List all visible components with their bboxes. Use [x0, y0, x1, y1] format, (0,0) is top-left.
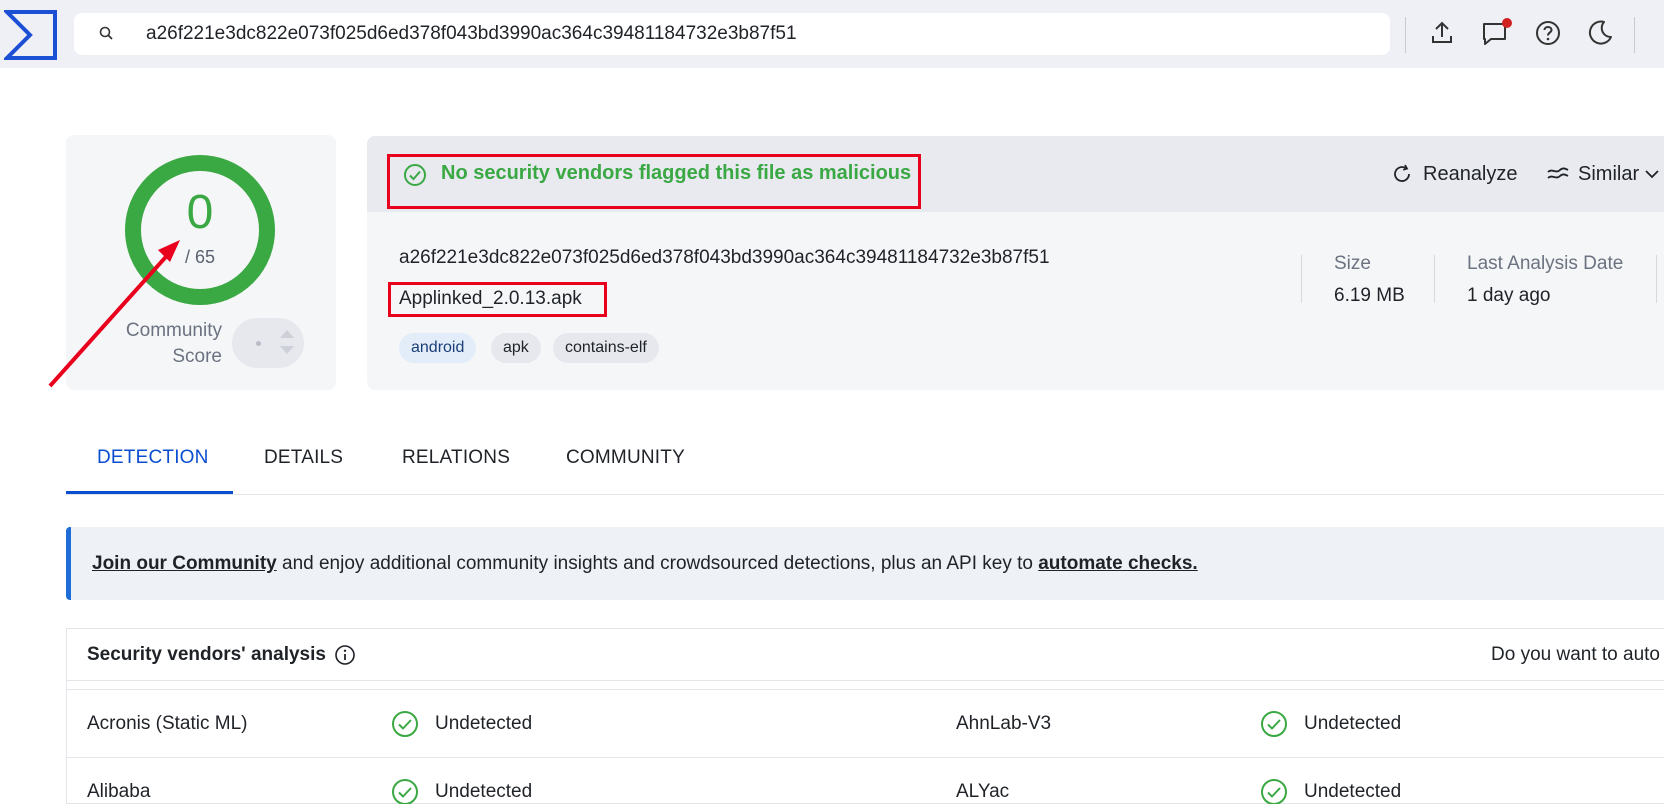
refresh-icon [1394, 164, 1410, 182]
automate-checks-link[interactable]: automate checks. [1038, 553, 1197, 574]
info-icon[interactable] [334, 644, 356, 666]
notification-dot [1502, 18, 1512, 28]
chevron-down-icon [1645, 170, 1659, 179]
size-value: 6.19 MB [1334, 285, 1405, 306]
divider [1434, 255, 1435, 303]
file-hash: a26f221e3dc822e073f025d6ed378f043bd3990a… [399, 247, 1050, 268]
dot-icon [256, 341, 261, 346]
row-divider [66, 757, 1664, 758]
banner-body: and enjoy additional community insights … [276, 553, 1039, 574]
divider [1301, 255, 1302, 303]
tab-relations[interactable]: RELATIONS [402, 447, 510, 469]
vendor-status: Undetected [435, 781, 533, 802]
active-tab-indicator [66, 491, 233, 494]
community-vote-widget[interactable] [232, 318, 304, 368]
check-circle-icon [404, 164, 426, 186]
divider [1656, 255, 1657, 303]
check-circle-icon [1261, 779, 1287, 804]
vendor-status: Undetected [1304, 713, 1402, 734]
last-analysis-date-label: Last Analysis Date [1467, 253, 1624, 274]
detection-total: / 65 [184, 247, 216, 267]
verdict-text: No security vendors flagged this file as… [441, 162, 912, 184]
similar-dropdown[interactable]: Similar [1546, 160, 1664, 188]
tab-details[interactable]: DETAILS [264, 447, 343, 469]
search-box[interactable] [74, 13, 1390, 55]
automate-prompt[interactable]: Do you want to auto [1491, 644, 1660, 666]
tag-contains-elf[interactable]: contains-elf [553, 333, 659, 363]
vote-up-icon[interactable] [280, 330, 294, 338]
reanalyze-label: Reanalyze [1423, 163, 1518, 185]
vendor-name: AhnLab-V3 [956, 713, 1052, 734]
tag-android[interactable]: android [399, 333, 477, 363]
vendor-name: ALYac [956, 781, 1010, 802]
vendor-status: Undetected [435, 713, 533, 734]
banner-text: Join our Community and enjoy additional … [92, 553, 1198, 575]
vendor-name: Acronis (Static ML) [87, 713, 248, 734]
vendors-title: Security vendors' analysis [87, 644, 326, 665]
check-circle-icon [392, 711, 418, 737]
row-divider [66, 689, 1664, 690]
community-score-label: Community Score [125, 320, 222, 367]
top-bar [0, 0, 1664, 68]
vote-down-icon[interactable] [280, 346, 294, 354]
search-icon [99, 26, 113, 40]
tag-apk[interactable]: apk [491, 333, 541, 363]
tabs-divider [66, 494, 1664, 495]
check-circle-icon [392, 779, 418, 804]
moon-icon[interactable] [1585, 18, 1615, 48]
detection-count: 0 [186, 186, 214, 239]
divider [1634, 17, 1635, 53]
similar-label: Similar [1578, 163, 1640, 185]
search-input[interactable] [146, 13, 1366, 55]
virustotal-logo-icon[interactable] [4, 10, 58, 60]
file-name: Applinked_2.0.13.apk [399, 288, 582, 309]
last-analysis-date-value: 1 day ago [1467, 285, 1551, 306]
check-circle-icon [1261, 711, 1287, 737]
divider [1405, 17, 1406, 53]
similar-icon [1547, 167, 1569, 179]
upload-icon[interactable] [1427, 18, 1457, 48]
join-community-link[interactable]: Join our Community [92, 553, 277, 574]
tab-community[interactable]: COMMUNITY [566, 447, 685, 469]
size-label: Size [1334, 253, 1371, 274]
vendor-name: Alibaba [87, 781, 151, 802]
tab-detection[interactable]: DETECTION [97, 447, 209, 469]
help-icon[interactable] [1533, 18, 1563, 48]
vendor-status: Undetected [1304, 781, 1402, 802]
